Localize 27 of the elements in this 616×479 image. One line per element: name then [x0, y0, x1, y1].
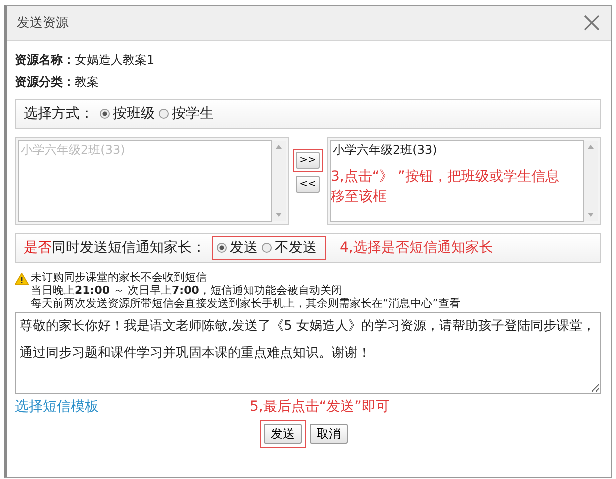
send-button[interactable]: 发送: [264, 424, 302, 444]
close-icon[interactable]: [583, 14, 601, 32]
move-left-button[interactable]: <<: [296, 176, 320, 193]
notice-text: 每天前两次发送资源所带短信会直接发送到家长手机上，其余则需家长在“消息中心”查看: [31, 297, 460, 310]
notice-text: 当日晚上21:00 ～ 次日早上7:00，短信通知功能会被自动关闭: [31, 284, 344, 297]
move-right-button[interactable]: >>: [296, 152, 320, 169]
field-label: 资源名称：: [15, 52, 75, 68]
radio-option[interactable]: 按班级: [100, 105, 155, 123]
field-label: 资源分类：: [15, 74, 75, 90]
message-field[interactable]: 尊敬的家长你好！我是语文老师陈敏,发送了《5 女娲造人》的学习资源，请帮助孩子登陆同步课堂，通过同步习题和课件学习并巩固本课的重点难点知识。谢谢！: [15, 312, 601, 394]
window-title: 发送资源: [17, 15, 69, 32]
radio-option[interactable]: 不发送: [262, 239, 317, 257]
mode-label: 选择方式：: [24, 105, 94, 123]
radio-option[interactable]: 按学生: [159, 105, 214, 123]
notice-text: 未订购同步课堂的家长不会收到短信: [31, 271, 208, 284]
field-value: 女娲造人教案1: [75, 52, 155, 68]
annotation-text: 3,点击“》 ”按钮，把班级或学生信息移至该框: [331, 168, 560, 207]
cancel-button[interactable]: 取消: [310, 424, 348, 444]
field-value: 教案: [75, 74, 99, 90]
target-list[interactable]: 小学六年级2班(33) 3,点击“》 ”按钮，把班级或学生信息移至该框: [327, 137, 601, 225]
radio-option[interactable]: 发送: [217, 239, 258, 257]
list-item[interactable]: 小学六年级2班(33): [333, 142, 581, 159]
template-link[interactable]: 选择短信模板: [15, 398, 245, 448]
annotation-text: 5,最后点击“发送”即可: [250, 398, 390, 416]
warning-icon: [15, 273, 29, 285]
sms-label: 是否同时发送短信通知家长：: [24, 239, 206, 257]
annotation-text: 4,选择是否短信通知家长: [340, 239, 494, 257]
